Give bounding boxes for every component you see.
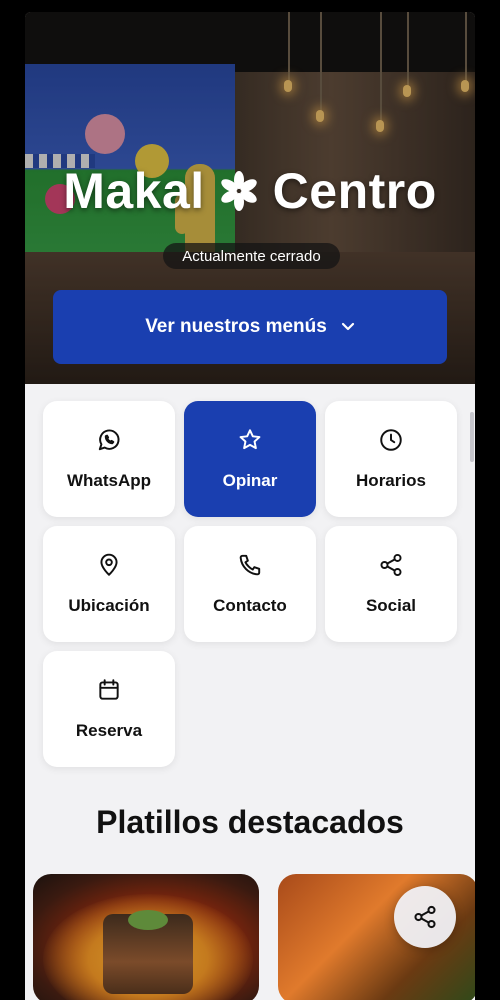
featured-section-title: Platillos destacados — [96, 804, 404, 840]
venue-name-left: Makal — [63, 163, 205, 219]
action-social[interactable]: Social — [325, 526, 457, 642]
action-horarios[interactable]: Horarios — [325, 401, 457, 517]
action-label: Opinar — [222, 471, 278, 490]
action-label: Horarios — [356, 471, 426, 490]
whatsapp-icon — [98, 429, 120, 451]
share-icon — [380, 553, 402, 577]
action-contacto[interactable]: Contacto — [184, 526, 316, 642]
action-opinar[interactable]: Opinar — [184, 401, 316, 517]
chevron-down-icon — [341, 322, 354, 331]
view-menus-label: Ver nuestros menús — [145, 316, 327, 337]
calendar-icon — [99, 679, 119, 700]
star-icon — [239, 429, 261, 450]
action-label: Contacto — [213, 596, 287, 615]
share-icon — [414, 905, 436, 929]
action-ubicacion[interactable]: Ubicación — [43, 526, 175, 642]
phone-icon — [239, 554, 261, 576]
action-reserva[interactable]: Reserva — [43, 651, 175, 767]
share-button[interactable] — [394, 886, 456, 948]
action-label: Social — [365, 596, 417, 615]
view-menus-button[interactable]: Ver nuestros menús — [53, 290, 447, 364]
location-pin-icon — [100, 553, 118, 576]
action-label: WhatsApp — [66, 471, 152, 490]
action-label: Reserva — [75, 721, 143, 740]
clock-icon — [380, 429, 402, 451]
action-whatsapp[interactable]: WhatsApp — [43, 401, 175, 517]
venue-name-right: Centro — [272, 163, 437, 219]
asterisk-flower-icon — [220, 171, 257, 211]
venue-title: Makal Centro — [25, 162, 475, 220]
featured-dish-card[interactable] — [33, 874, 259, 1000]
action-label: Ubicación — [68, 596, 150, 615]
app-screen: Makal Centro Actualmente cerrado Ver nue… — [25, 12, 475, 1000]
scrollbar[interactable] — [470, 412, 474, 462]
hero-banner: Makal Centro Actualmente cerrado Ver nue… — [25, 12, 475, 384]
status-badge: Actualmente cerrado — [163, 243, 340, 269]
